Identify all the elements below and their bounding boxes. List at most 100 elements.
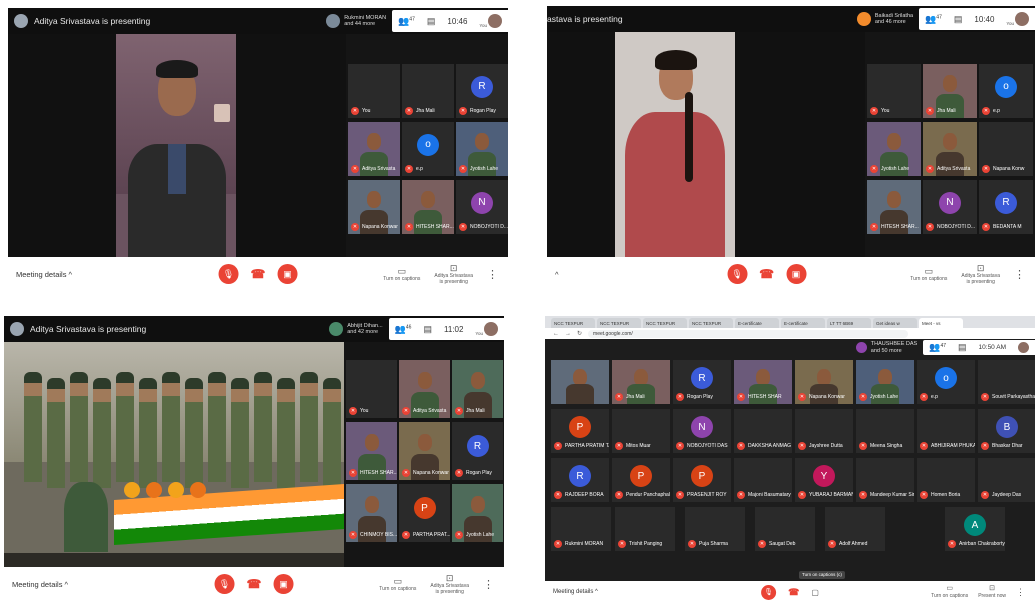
participant-tile[interactable]: R ✕ RAJDEEP BORA: [551, 458, 609, 502]
presenting-button[interactable]: ⊡ Aditya Srivastava is presenting: [961, 263, 1000, 286]
participant-tile[interactable]: P ✕ PRASENJIT ROY: [673, 458, 731, 502]
participant-tile[interactable]: ✕ Puja Sharma: [685, 507, 745, 551]
participant-tile[interactable]: N ✕ NOBOJYOTI DAS: [673, 409, 731, 453]
chat-icon[interactable]: ▤: [958, 342, 967, 353]
participant-tile[interactable]: o ✕ e.p: [402, 122, 454, 176]
more-vert-icon[interactable]: ⋮: [483, 578, 494, 591]
meeting-details-button[interactable]: Meeting details ^: [12, 580, 68, 589]
people-button[interactable]: 👥46: [395, 324, 412, 335]
participant-tile[interactable]: ✕ You: [867, 64, 921, 118]
participant-tile[interactable]: Y ✕ YUBARAJ BARMAN: [795, 458, 853, 502]
browser-tab[interactable]: NCC TEXPUR: [643, 318, 687, 328]
participant-tile[interactable]: ✕ Jyotish Lahe: [452, 484, 503, 542]
participant-tile[interactable]: ✕ HITESH SHAR...: [402, 180, 454, 234]
participant-tile[interactable]: ✕ Rukmini MORAN: [551, 507, 611, 551]
participant-tile[interactable]: o ✕ e.p: [979, 64, 1033, 118]
browser-tab[interactable]: NCC TEXPUR: [597, 318, 641, 328]
self-view[interactable]: You: [1006, 12, 1029, 26]
participant-tile[interactable]: ✕ HITESH SHAR: [734, 360, 792, 404]
forward-icon[interactable]: →: [565, 331, 571, 337]
participant-tile[interactable]: ✕ Trishit Panging: [615, 507, 675, 551]
chat-icon[interactable]: ▤: [423, 324, 432, 335]
self-view[interactable]: You: [479, 14, 502, 28]
camera-icon[interactable]: ▢: [811, 588, 819, 597]
camera-off-icon[interactable]: ▣: [277, 264, 298, 284]
present-now-button[interactable]: ⊡ Present now: [978, 585, 1006, 599]
browser-tab[interactable]: E-certificate: [781, 318, 825, 328]
participant-tile[interactable]: ✕ Aditya Srivasta: [348, 122, 400, 176]
participant-tile[interactable]: R ✕ Rogan Play: [452, 422, 503, 480]
participant-tile[interactable]: ✕ Adolf Ahmed: [825, 507, 885, 551]
mic-off-icon[interactable]: 🎙: [761, 584, 777, 600]
phone-hangup-icon[interactable]: ☎: [251, 267, 266, 281]
participant-tile[interactable]: ✕ Homen Boria: [917, 458, 975, 502]
participant-tile[interactable]: ✕ Napana Konwar: [795, 360, 853, 404]
captions-button[interactable]: ▭ Turn on captions: [379, 576, 416, 593]
presenting-button[interactable]: ⊡ Aditya Srivastava is presenting: [434, 263, 473, 286]
captions-button[interactable]: ▭ Turn on captions: [931, 585, 968, 599]
participant-tile[interactable]: ✕ Jaydeep Das: [978, 458, 1035, 502]
participant-tile[interactable]: ✕ Meena Singha: [856, 409, 914, 453]
participant-tile[interactable]: N ✕ NOBOJYOTI D...: [923, 180, 977, 234]
camera-off-icon[interactable]: ▣: [786, 264, 807, 284]
chat-icon[interactable]: ▤: [954, 14, 963, 25]
participant-tile[interactable]: R ✕ Rogan Play: [673, 360, 731, 404]
mic-off-icon[interactable]: 🎙: [218, 264, 239, 284]
phone-hangup-icon[interactable]: ☎: [247, 577, 262, 591]
meeting-details-button[interactable]: Meeting details ^: [16, 270, 72, 279]
browser-tab[interactable]: NCC TEXPUR: [689, 318, 733, 328]
captions-button[interactable]: ▭ Turn on captions: [910, 266, 947, 283]
mic-off-icon[interactable]: 🎙: [214, 574, 235, 594]
participant-tile[interactable]: ✕ CHINMOY BIS...: [346, 484, 397, 542]
participant-tile[interactable]: ✕ Jyotish Lahe: [456, 122, 508, 176]
browser-tab[interactable]: LT TT 6B69: [827, 318, 871, 328]
participant-tile[interactable]: ✕ You: [346, 360, 397, 418]
mic-off-icon[interactable]: 🎙: [727, 264, 748, 284]
participant-tile[interactable]: ✕ Souvit Parkayastha: [978, 360, 1035, 404]
participant-tile[interactable]: ✕ABHIJIRAM PHUKAN: [917, 409, 975, 453]
participant-tile[interactable]: ✕ Jha Mali: [452, 360, 503, 418]
participant-tile[interactable]: N ✕ NOBOJYOTI D...: [456, 180, 508, 234]
more-vert-icon[interactable]: ⋮: [1014, 268, 1025, 281]
participant-tile[interactable]: R ✕ Rogan Play: [456, 64, 508, 118]
participant-tile[interactable]: A ✕ Anirban Chakraborty: [945, 507, 1005, 551]
participant-tile[interactable]: ✕ Majoni Basumatary: [734, 458, 792, 502]
participant-tile[interactable]: ✕ Jyotish Lahe: [856, 360, 914, 404]
user-avatar[interactable]: [1018, 342, 1029, 353]
camera-off-icon[interactable]: ▣: [273, 574, 294, 594]
people-button[interactable]: 👥47: [398, 16, 415, 27]
participant-tile[interactable]: R ✕ BEDANTA M: [979, 180, 1033, 234]
participant-tile[interactable]: ✕ Napana Konwar: [348, 180, 400, 234]
participant-tile[interactable]: ✕ Jha Mali: [612, 360, 670, 404]
participant-tile[interactable]: ✕ Napana Konw: [979, 122, 1033, 176]
participant-tile[interactable]: B ✕ Bhaskar Dhar: [978, 409, 1035, 453]
people-button[interactable]: 👥47: [925, 14, 942, 25]
reload-icon[interactable]: ↻: [577, 330, 582, 337]
participant-tile[interactable]: ✕ Jayshree Dutta: [795, 409, 853, 453]
participant-tile[interactable]: ✕ Jyotish Lahe: [867, 122, 921, 176]
people-button[interactable]: 👥47: [929, 342, 946, 353]
browser-tab[interactable]: Get ideas w: [873, 318, 917, 328]
participant-tile[interactable]: ✕ Saugat Deb: [755, 507, 815, 551]
participant-tile[interactable]: ✕ Jha Mali: [402, 64, 454, 118]
participant-tile[interactable]: ✕ Aditya Srivasta: [399, 360, 450, 418]
more-vert-icon[interactable]: ⋮: [1016, 587, 1025, 598]
participant-tile[interactable]: ✕ Aditya Srivasta: [923, 122, 977, 176]
browser-tab[interactable]: NCC TEXPUR: [551, 318, 595, 328]
presenting-button[interactable]: ⊡ Aditya Srivastava is presenting: [430, 573, 469, 596]
participant-tile[interactable]: ✕ Jha Mali: [923, 64, 977, 118]
participant-tile[interactable]: P ✕ PARTHA PRATIM TA: [551, 409, 609, 453]
meeting-details-button[interactable]: Meeting details ^: [553, 589, 598, 595]
participant-tile[interactable]: ✕ HITESH SHAR...: [867, 180, 921, 234]
participant-tile[interactable]: P ✕ Pendur Panchaphala: [612, 458, 670, 502]
participant-tile[interactable]: ✕ You: [348, 64, 400, 118]
participant-tile[interactable]: P ✕ PARTHA PRAT...: [399, 484, 450, 542]
participant-tile[interactable]: ✕ HITESH SHAR...: [346, 422, 397, 480]
chat-icon[interactable]: ▤: [427, 16, 436, 27]
participant-tile[interactable]: o ✕ e.p: [917, 360, 975, 404]
back-icon[interactable]: ←: [553, 331, 559, 337]
captions-button[interactable]: ▭ Turn on captions: [383, 266, 420, 283]
participant-tile[interactable]: [551, 360, 609, 404]
chevron-up-icon[interactable]: ^: [555, 270, 559, 279]
participant-tile[interactable]: ✕Mandeep Kumar Sin...: [856, 458, 914, 502]
